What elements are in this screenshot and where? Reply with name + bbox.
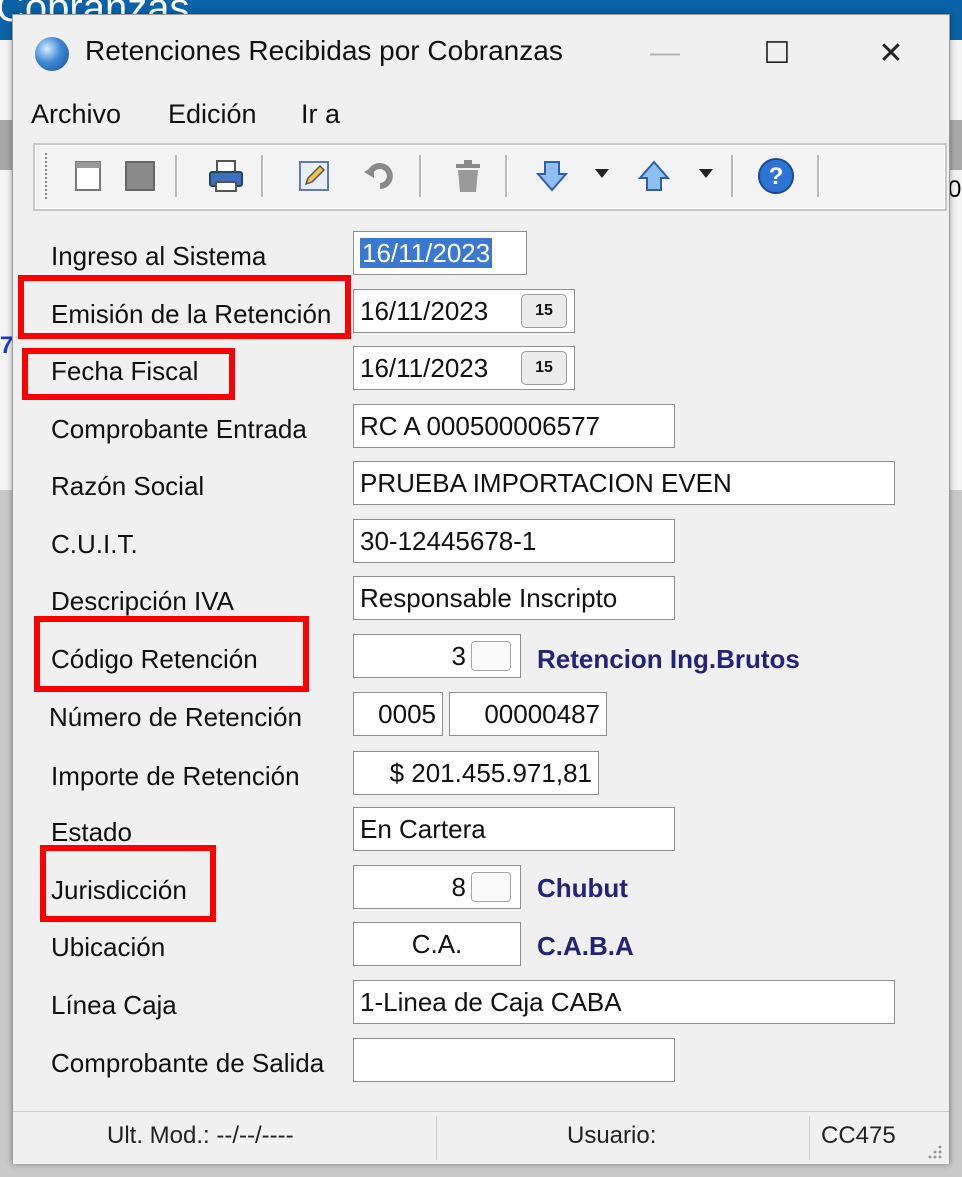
help-symbol: ? <box>769 163 784 190</box>
edit-icon[interactable] <box>291 153 337 199</box>
resize-grip-icon[interactable] <box>927 1144 943 1160</box>
menu-ir-a[interactable]: Ir a <box>301 99 340 130</box>
background-fragment-0: 0 <box>948 176 962 203</box>
help-icon[interactable]: ? <box>753 153 799 199</box>
linea-caja-label: Línea Caja <box>51 990 177 1020</box>
highlight-box-emision <box>18 275 351 339</box>
razon-social-label: Razón Social <box>51 471 205 501</box>
numero-retencion-number-field[interactable]: 00000487 <box>449 692 607 736</box>
codigo-retencion-description: Retencion Ing.Brutos <box>537 644 800 674</box>
highlight-box-codigo-retencion <box>34 616 309 692</box>
razon-social-field[interactable]: PRUEBA IMPORTACION EVEN <box>353 461 895 505</box>
fecha-fiscal-calendar-icon[interactable]: 15 <box>521 351 567 385</box>
estado-field[interactable]: En Cartera <box>353 807 675 851</box>
ingreso-label: Ingreso al Sistema <box>51 241 267 271</box>
print-icon[interactable] <box>203 153 249 199</box>
estado-label: Estado <box>51 817 132 847</box>
ubicacion-label: Ubicación <box>51 932 166 962</box>
delete-icon[interactable] <box>445 153 491 199</box>
undo-icon[interactable] <box>357 153 403 199</box>
toolbar-separator <box>175 155 178 197</box>
numero-retencion-prefix-field[interactable]: 0005 <box>353 692 443 736</box>
ingreso-value: 16/11/2023 <box>360 238 493 268</box>
comprobante-entrada-label: Comprobante Entrada <box>51 414 307 444</box>
new-record-icon[interactable] <box>65 153 111 199</box>
close-button[interactable]: ✕ <box>851 25 931 81</box>
ingreso-field[interactable]: 16/11/2023 <box>353 231 527 275</box>
status-bar: Ult. Mod.: --/--/---- Usuario: CC475 <box>13 1111 949 1164</box>
emision-calendar-icon[interactable]: 15 <box>521 294 567 328</box>
cuit-field[interactable]: 30-12445678-1 <box>353 519 675 563</box>
status-separator <box>809 1116 810 1160</box>
ubicacion-description: C.A.B.A <box>537 931 634 961</box>
window-title: Retenciones Recibidas por Cobranzas <box>85 35 563 66</box>
menu-bar: Archivo Edición Ir a <box>13 93 949 139</box>
ubicacion-field[interactable]: C.A. <box>353 922 521 966</box>
toolbar: ? <box>33 143 947 211</box>
comprobante-salida-field[interactable] <box>353 1038 675 1082</box>
save-icon[interactable] <box>117 153 163 199</box>
importe-field[interactable]: $ 201.455.971,81 <box>353 751 599 795</box>
status-separator <box>436 1116 437 1160</box>
arrow-up-icon[interactable] <box>631 153 677 199</box>
toolbar-separator <box>261 155 264 197</box>
toolbar-separator <box>817 155 820 197</box>
numero-retencion-label: Número de Retención <box>49 702 302 732</box>
usuario-value: CC475 <box>821 1122 896 1149</box>
arrow-down-icon[interactable] <box>529 153 575 199</box>
retenciones-window: Retenciones Recibidas por Cobranzas — ☐ … <box>12 14 950 1164</box>
comprobante-salida-label: Comprobante de Salida <box>51 1048 325 1078</box>
descripcion-iva-field[interactable]: Responsable Inscripto <box>353 576 675 620</box>
jurisdiccion-description: Chubut <box>537 873 628 903</box>
toolbar-grip[interactable] <box>45 153 50 199</box>
jurisdiccion-lookup-icon[interactable] <box>471 872 511 902</box>
menu-archivo[interactable]: Archivo <box>31 99 121 130</box>
globe-app-icon <box>35 37 69 71</box>
importe-label: Importe de Retención <box>51 761 300 791</box>
linea-caja-field[interactable]: 1-Linea de Caja CABA <box>353 980 895 1024</box>
toolbar-separator <box>731 155 734 197</box>
emision-value: 16/11/2023 <box>360 296 489 326</box>
window-titlebar[interactable]: Retenciones Recibidas por Cobranzas — ☐ … <box>13 15 949 89</box>
usuario-label: Usuario: <box>567 1122 657 1149</box>
maximize-button[interactable]: ☐ <box>737 25 817 81</box>
descripcion-iva-label: Descripción IVA <box>51 586 235 616</box>
codigo-retencion-lookup-icon[interactable] <box>471 641 511 671</box>
ult-mod-status: Ult. Mod.: --/--/---- <box>107 1122 294 1149</box>
highlight-box-fecha-fiscal <box>22 348 235 400</box>
fecha-fiscal-value: 16/11/2023 <box>360 353 489 383</box>
toolbar-separator <box>505 155 508 197</box>
highlight-box-jurisdiccion <box>40 845 216 922</box>
minimize-button[interactable]: — <box>625 25 705 81</box>
arrow-down-dropdown-icon[interactable] <box>595 169 609 178</box>
menu-edicion[interactable]: Edición <box>168 99 257 130</box>
cuit-label: C.U.I.T. <box>51 529 138 559</box>
comprobante-entrada-field[interactable]: RC A 000500006577 <box>353 404 675 448</box>
toolbar-separator <box>419 155 422 197</box>
arrow-up-dropdown-icon[interactable] <box>699 169 713 178</box>
